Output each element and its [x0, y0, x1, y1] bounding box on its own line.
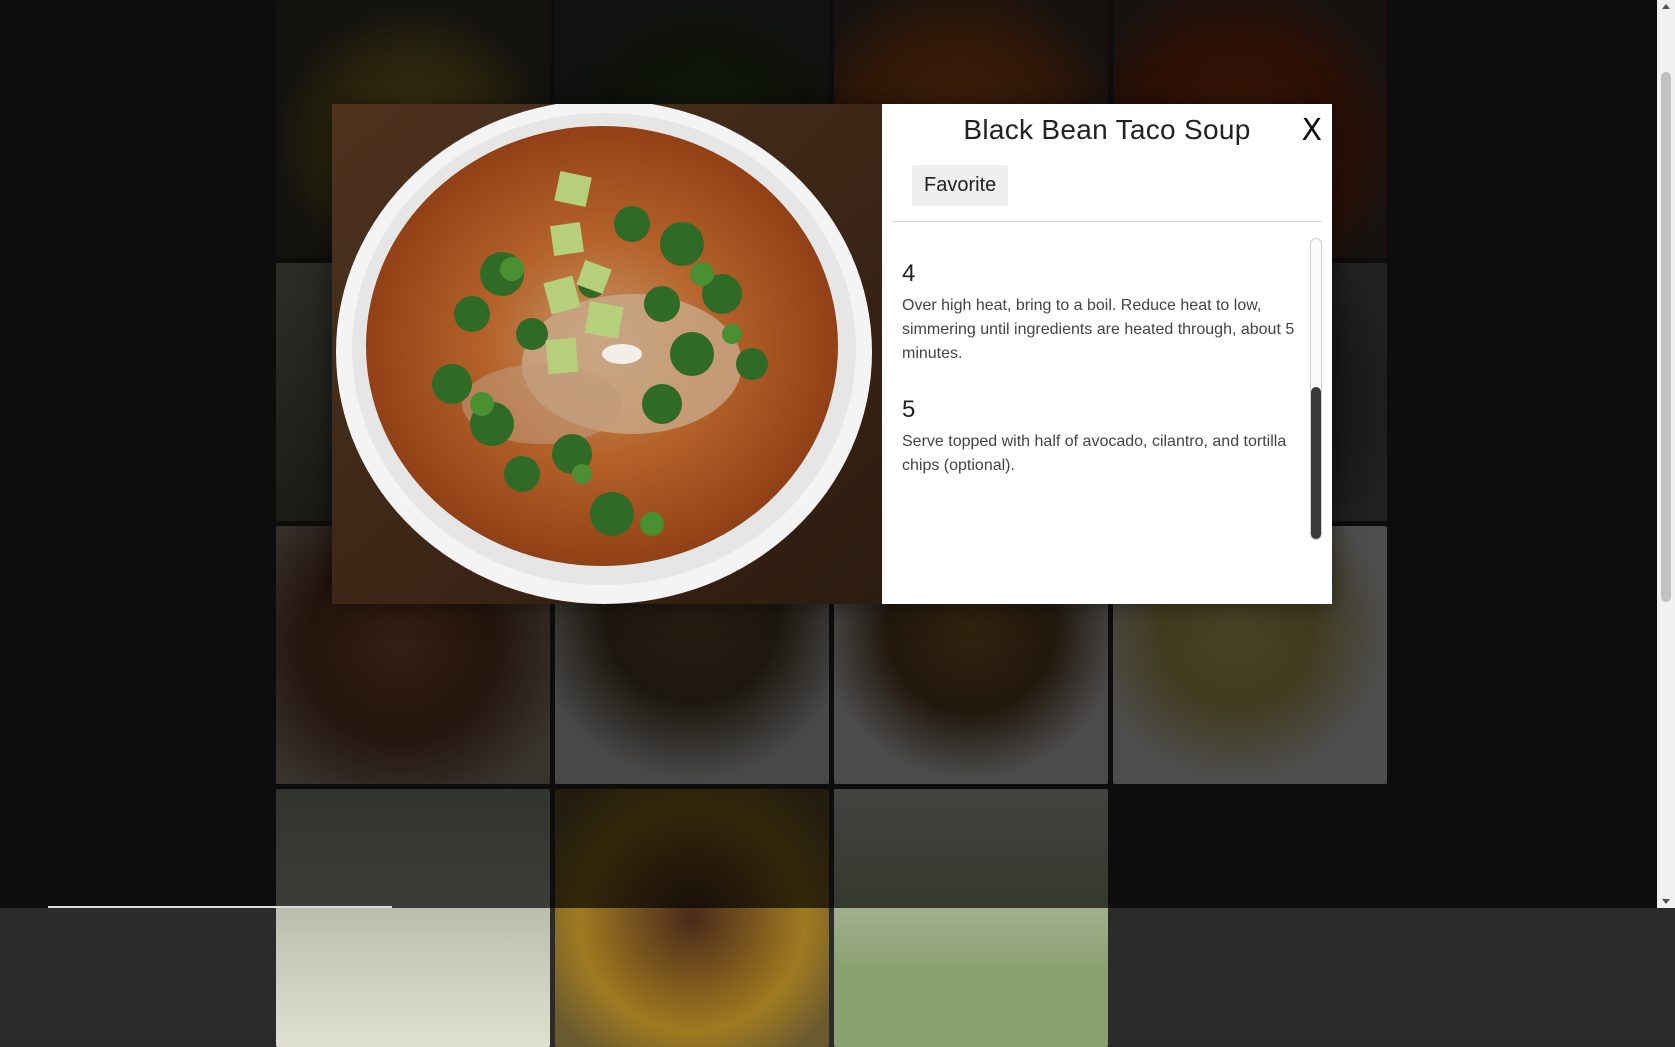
- divider: [892, 221, 1322, 222]
- recipe-tile[interactable]: [555, 789, 829, 1047]
- instructions-list[interactable]: 4 Over high heat, bring to a boil. Reduc…: [902, 232, 1312, 594]
- instructions-scrollbar-thumb[interactable]: [1311, 387, 1321, 539]
- recipe-tile[interactable]: [276, 789, 550, 1047]
- recipe-modal: Black Bean Taco Soup X Favorite 4 Over h…: [332, 104, 1332, 604]
- instruction-step: 4 Over high heat, bring to a boil. Reduc…: [902, 260, 1312, 366]
- step-number: 5: [902, 396, 916, 423]
- instruction-step: 5 Serve topped with half of avocado, cil…: [902, 396, 1312, 478]
- recipe-tile[interactable]: [834, 789, 1108, 1047]
- step-text: Serve topped with half of avocado, cilan…: [902, 433, 1287, 474]
- recipe-title: Black Bean Taco Soup: [963, 114, 1251, 145]
- close-button[interactable]: X: [1301, 116, 1322, 146]
- step-number: 4: [902, 260, 916, 287]
- page-scrollbar-thumb[interactable]: [1661, 72, 1671, 602]
- recipe-photo: [332, 104, 882, 604]
- favorite-button[interactable]: Favorite: [912, 165, 1009, 206]
- scroll-down-icon[interactable]: [1662, 899, 1670, 904]
- instructions-scrollbar[interactable]: [1310, 238, 1322, 540]
- recipe-detail-panel: Black Bean Taco Soup X Favorite 4 Over h…: [882, 104, 1332, 604]
- page-scrollbar[interactable]: [1657, 0, 1675, 908]
- step-text: Over high heat, bring to a boil. Reduce …: [902, 297, 1295, 362]
- scroll-up-icon[interactable]: [1662, 4, 1670, 9]
